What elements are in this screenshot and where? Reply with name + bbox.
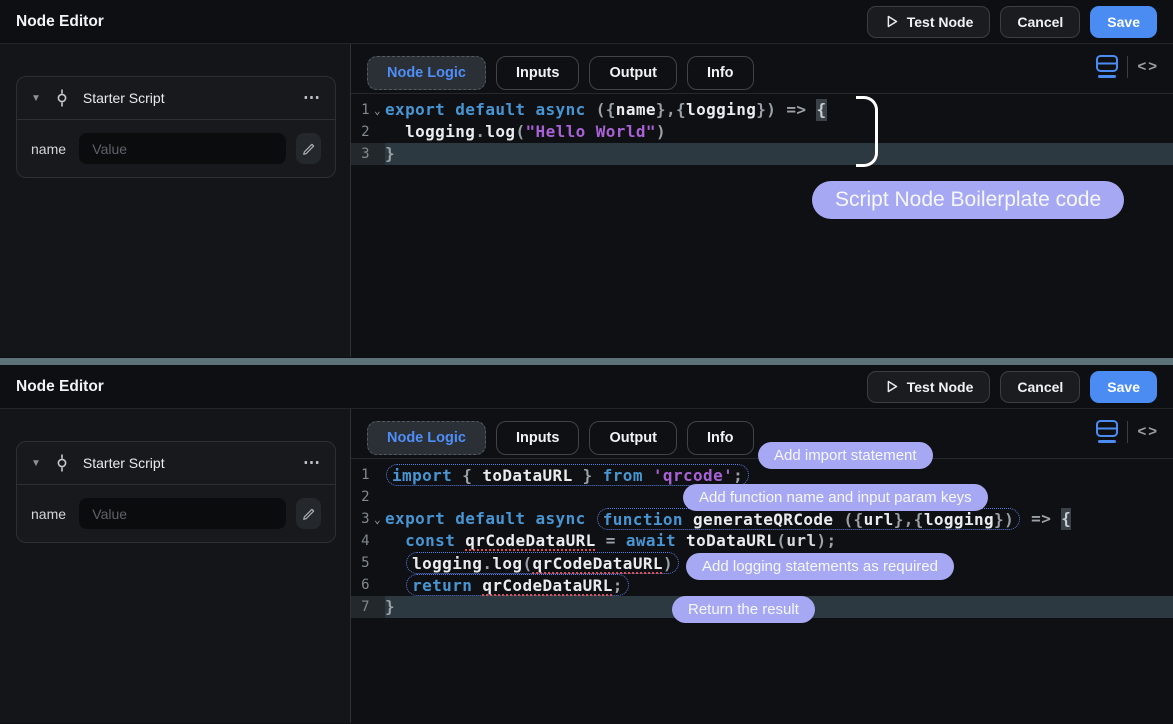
node-editor-panel-bottom: Node Editor Test Node Cancel Save ▼ Star… [0, 365, 1173, 724]
card-menu-icon[interactable]: ⋯ [303, 453, 321, 473]
tab-inputs[interactable]: Inputs [496, 56, 580, 90]
code-highlight-outline: import { toDataURL } from 'qrcode'; [386, 464, 749, 486]
edit-button[interactable] [296, 498, 321, 529]
icon-separator [1127, 56, 1128, 78]
test-node-button[interactable]: Test Node [867, 371, 991, 403]
cancel-button[interactable]: Cancel [1000, 371, 1080, 403]
code-line[interactable]: 2 logging.log("Hello World") [351, 121, 1173, 143]
starter-script-card: ▼ Starter Script ⋯ name [16, 441, 336, 543]
code-line[interactable]: 5 logging.log(qrCodeDataURL) [351, 552, 1173, 574]
code-view-icon[interactable]: <> [1137, 58, 1159, 75]
node-commit-icon [53, 454, 71, 472]
tab-inputs[interactable]: Inputs [496, 421, 580, 455]
starter-script-card: ▼ Starter Script ⋯ name [16, 76, 336, 178]
code-highlight-outline: function generateQRCode ({url},{logging}… [597, 508, 1020, 530]
play-icon [884, 14, 899, 29]
editor-view-toggle-icon[interactable] [1096, 420, 1118, 443]
code-highlight-outline: logging.log(qrCodeDataURL) [406, 552, 679, 574]
name-field-input[interactable] [79, 498, 286, 529]
cancel-button[interactable]: Cancel [1000, 6, 1080, 38]
play-icon [884, 379, 899, 394]
tab-output[interactable]: Output [589, 421, 677, 455]
tab-bar: Node Logic Inputs Output Info <> [351, 409, 1173, 459]
editor-area: Node Logic Inputs Output Info <> 1import… [351, 409, 1173, 723]
code-highlight-outline: return qrCodeDataURL; [406, 574, 629, 596]
node-editor-panel-top: Node Editor Test Node Cancel Save ▼ Star… [0, 0, 1173, 358]
sidebar: ▼ Starter Script ⋯ name [0, 44, 351, 357]
code-line[interactable]: 1import { toDataURL } from 'qrcode'; [351, 464, 1173, 486]
page-title: Node Editor [16, 378, 104, 396]
code-line[interactable]: 1⌄export default async ({name},{logging}… [351, 99, 1173, 121]
collapse-caret-icon[interactable]: ▼ [31, 93, 41, 104]
tab-output[interactable]: Output [589, 56, 677, 90]
code-line[interactable]: 6 return qrCodeDataURL; [351, 574, 1173, 596]
editor-view-toggle-icon[interactable] [1096, 55, 1118, 78]
card-title: Starter Script [83, 90, 291, 106]
tab-node-logic[interactable]: Node Logic [367, 56, 486, 90]
tab-node-logic[interactable]: Node Logic [367, 421, 486, 455]
code-editor[interactable]: 1import { toDataURL } from 'qrcode';23⌄e… [351, 459, 1173, 723]
icon-separator [1127, 421, 1128, 443]
code-view-icon[interactable]: <> [1137, 423, 1159, 440]
header-actions: Test Node Cancel Save [867, 371, 1157, 403]
sidebar: ▼ Starter Script ⋯ name [0, 409, 351, 723]
code-line[interactable]: 3} [351, 143, 1173, 165]
tab-info[interactable]: Info [687, 421, 754, 455]
card-title: Starter Script [83, 455, 291, 471]
tab-bar: Node Logic Inputs Output Info <> [351, 44, 1173, 94]
pencil-icon [302, 507, 316, 521]
name-field-label: name [31, 506, 69, 522]
code-line[interactable]: 3⌄export default async function generate… [351, 508, 1173, 530]
save-button[interactable]: Save [1090, 371, 1157, 403]
editor-area: Node Logic Inputs Output Info <> 1⌄expor… [351, 44, 1173, 357]
name-field-label: name [31, 141, 69, 157]
header: Node Editor Test Node Cancel Save [0, 0, 1173, 44]
pencil-icon [302, 142, 316, 156]
code-line[interactable]: 7} [351, 596, 1173, 618]
card-menu-icon[interactable]: ⋯ [303, 88, 321, 108]
save-button[interactable]: Save [1090, 6, 1157, 38]
code-line[interactable]: 4 const qrCodeDataURL = await toDataURL(… [351, 530, 1173, 552]
collapse-caret-icon[interactable]: ▼ [31, 458, 41, 469]
code-editor[interactable]: 1⌄export default async ({name},{logging}… [351, 94, 1173, 357]
tab-info[interactable]: Info [687, 56, 754, 90]
code-line[interactable]: 2 [351, 486, 1173, 508]
test-node-button[interactable]: Test Node [867, 6, 991, 38]
header-actions: Test Node Cancel Save [867, 6, 1157, 38]
edit-button[interactable] [296, 133, 321, 164]
page-title: Node Editor [16, 13, 104, 31]
header: Node Editor Test Node Cancel Save [0, 365, 1173, 409]
node-commit-icon [53, 89, 71, 107]
panel-divider [0, 358, 1173, 365]
name-field-input[interactable] [79, 133, 286, 164]
